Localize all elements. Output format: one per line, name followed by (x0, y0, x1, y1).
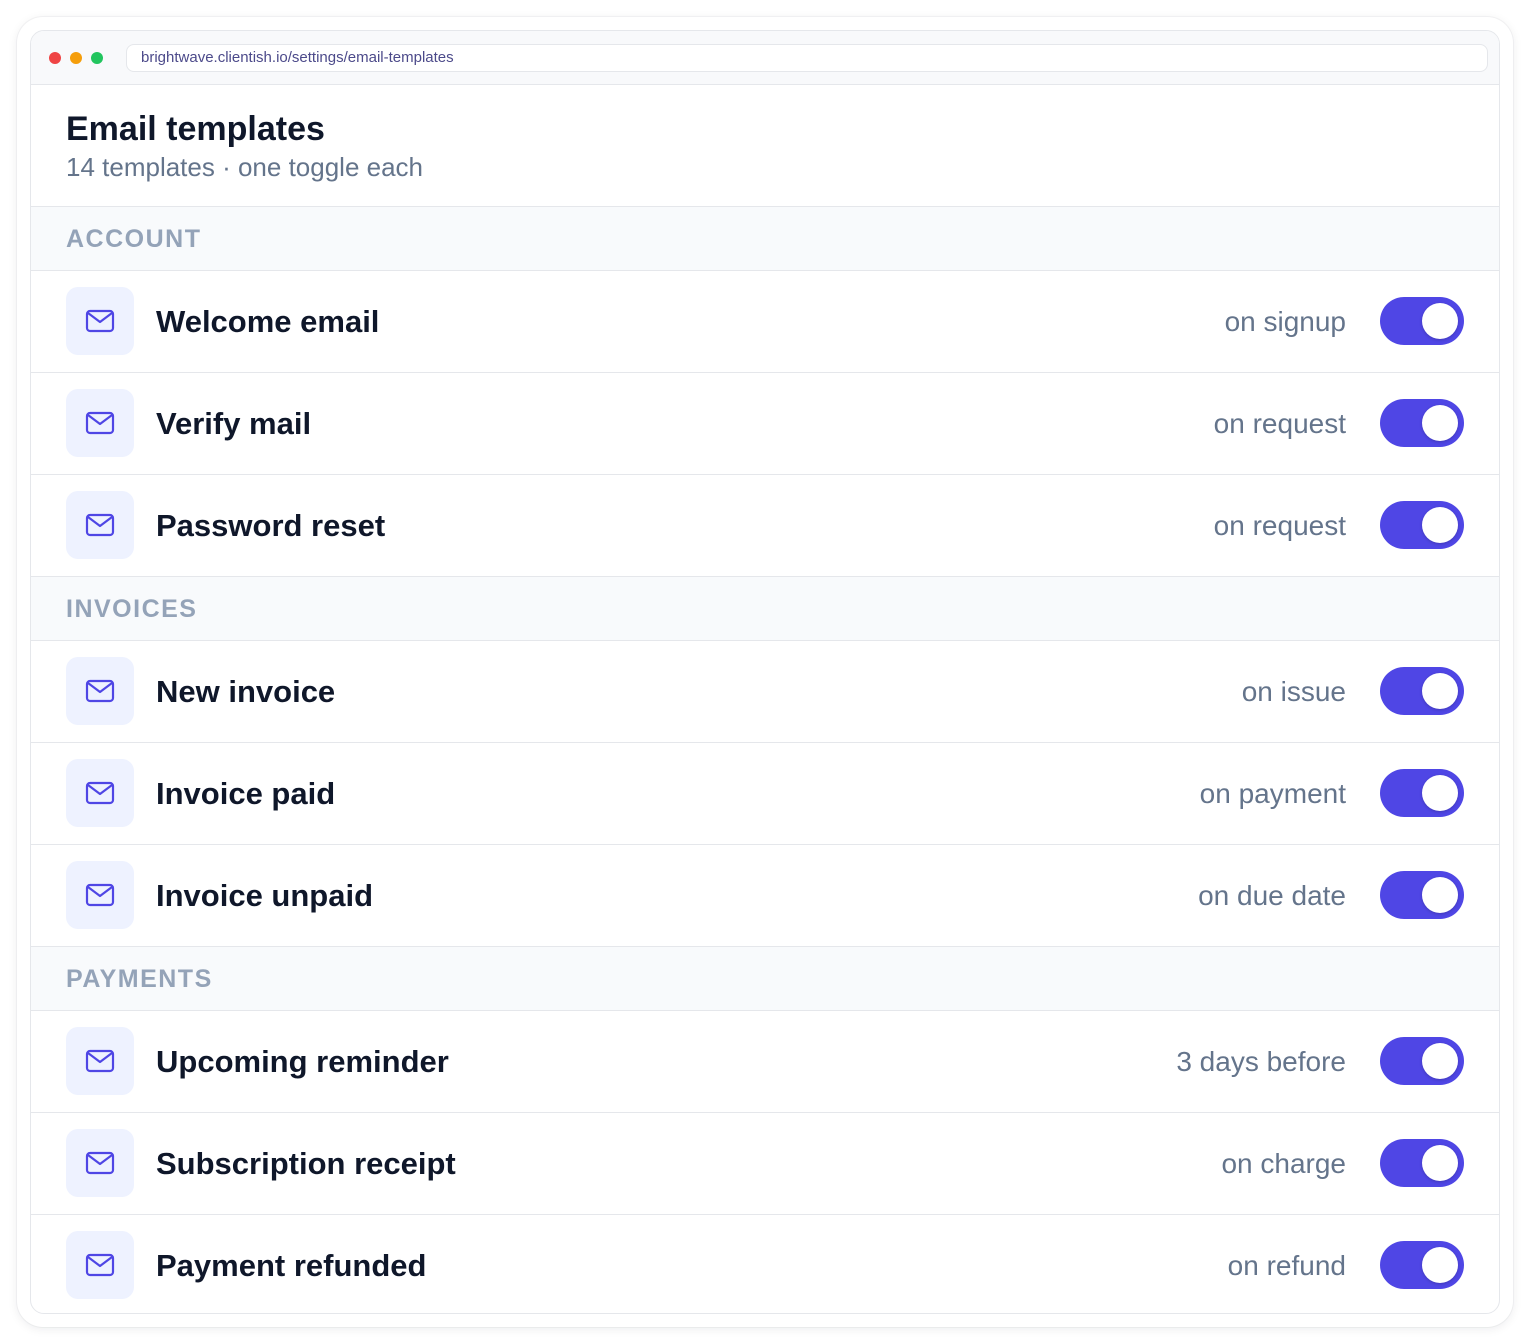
close-window-button[interactable] (49, 52, 61, 64)
template-trigger: on request (1213, 408, 1346, 439)
toggle-knob (1422, 1247, 1458, 1283)
template-toggle[interactable] (1380, 1139, 1464, 1187)
mail-icon (66, 1129, 134, 1197)
page-title: Email templates (66, 110, 325, 148)
template-name: Payment refunded (156, 1248, 427, 1283)
mail-icon (66, 657, 134, 725)
template-row[interactable]: New invoice on issue (31, 641, 1499, 743)
template-trigger: on request (1213, 510, 1346, 541)
template-row[interactable]: Subscription receipt on charge (31, 1113, 1499, 1215)
template-name: Verify mail (156, 406, 312, 441)
template-toggle[interactable] (1380, 297, 1464, 345)
browser-window: brightwave.clientish.io/settings/email-t… (30, 30, 1500, 1314)
template-name: Upcoming reminder (156, 1044, 449, 1079)
toggle-knob (1422, 877, 1458, 913)
toggle-knob (1422, 507, 1458, 543)
template-name: Invoice unpaid (156, 878, 374, 913)
template-row[interactable]: Welcome email on signup (31, 271, 1499, 373)
section-header-payments: PAYMENTS (31, 947, 1499, 1011)
template-name: Invoice paid (156, 776, 336, 811)
template-row[interactable]: Password reset on request (31, 475, 1499, 577)
template-trigger: on signup (1224, 306, 1346, 337)
toggle-knob (1422, 673, 1458, 709)
template-trigger: 3 days before (1176, 1046, 1346, 1077)
minimize-window-button[interactable] (70, 52, 82, 64)
template-toggle[interactable] (1380, 399, 1464, 447)
page-subtitle: 14 templates · one toggle each (66, 152, 424, 182)
mail-icon (66, 287, 134, 355)
template-trigger: on charge (1221, 1148, 1346, 1179)
mail-icon (66, 491, 134, 559)
address-bar[interactable]: brightwave.clientish.io/settings/email-t… (126, 44, 1488, 72)
template-toggle[interactable] (1380, 1241, 1464, 1289)
template-toggle[interactable] (1380, 769, 1464, 817)
mail-icon (66, 389, 134, 457)
template-row[interactable]: Upcoming reminder 3 days before (31, 1011, 1499, 1113)
template-name: Password reset (156, 508, 386, 543)
section-header-invoices: INVOICES (31, 577, 1499, 641)
template-trigger: on refund (1227, 1250, 1346, 1281)
template-name: New invoice (156, 674, 336, 709)
mail-icon (66, 759, 134, 827)
toggle-knob (1422, 1145, 1458, 1181)
template-toggle[interactable] (1380, 667, 1464, 715)
template-toggle[interactable] (1380, 1037, 1464, 1085)
template-trigger: on payment (1199, 778, 1346, 809)
template-toggle[interactable] (1380, 501, 1464, 549)
mail-icon (66, 1027, 134, 1095)
template-row[interactable]: Verify mail on request (31, 373, 1499, 475)
template-list: ACCOUNT Welcome email on signup Verify mail… (31, 207, 1499, 1313)
toggle-knob (1422, 303, 1458, 339)
template-trigger: on due date (1198, 880, 1346, 911)
mail-icon (66, 1231, 134, 1299)
template-row[interactable]: Invoice paid on payment (31, 743, 1499, 845)
section-header-account: ACCOUNT (31, 207, 1499, 271)
browser-chrome: brightwave.clientish.io/settings/email-t… (31, 31, 1499, 85)
template-name: Welcome email (156, 304, 380, 339)
template-row[interactable]: Invoice unpaid on due date (31, 845, 1499, 947)
template-name: Subscription receipt (156, 1146, 456, 1181)
template-trigger: on issue (1241, 676, 1346, 707)
template-row[interactable]: Payment refunded on refund (31, 1215, 1499, 1313)
toggle-knob (1422, 405, 1458, 441)
maximize-window-button[interactable] (91, 52, 103, 64)
toggle-knob (1422, 775, 1458, 811)
mail-icon (66, 861, 134, 929)
toggle-knob (1422, 1043, 1458, 1079)
page-header: Email templates 14 templates · one toggl… (31, 85, 1499, 207)
template-toggle[interactable] (1380, 871, 1464, 919)
